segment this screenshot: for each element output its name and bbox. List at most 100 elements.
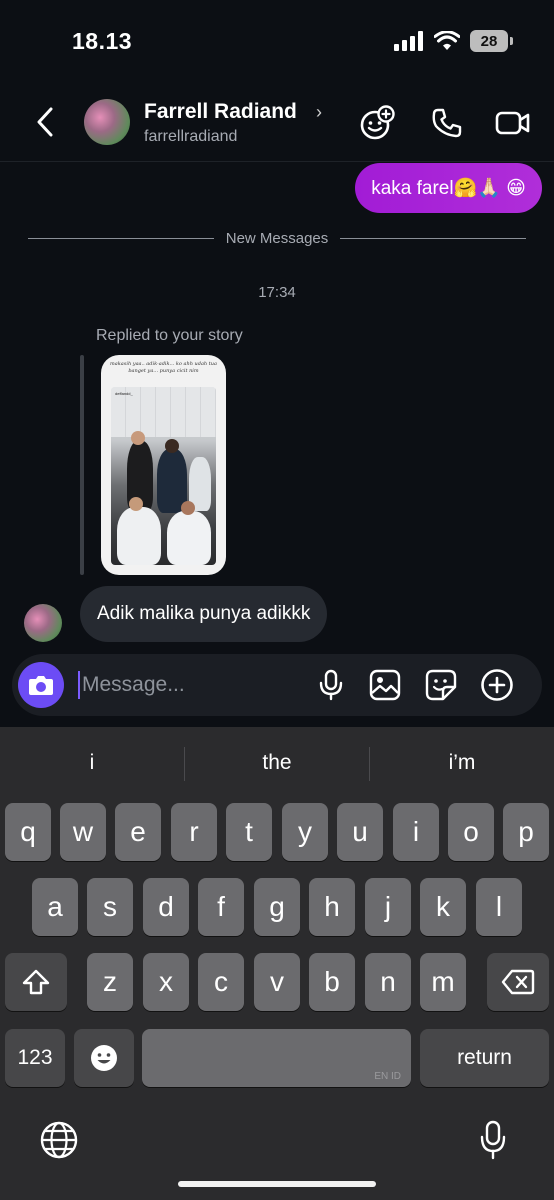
sender-avatar[interactable] — [24, 604, 62, 642]
back-chevron-icon — [37, 107, 53, 137]
space-key[interactable]: EN ID — [142, 1029, 411, 1087]
key-y[interactable]: y — [282, 803, 328, 861]
story-thumbnail[interactable]: makasih yaa.. adik-adik... ko ahh udah t… — [101, 355, 226, 575]
divider-line-right — [340, 237, 527, 239]
suggestion-1[interactable]: i — [0, 745, 184, 781]
text-caret — [78, 671, 80, 699]
battery-level: 28 — [480, 32, 498, 50]
more-options-button[interactable] — [480, 668, 514, 702]
status-bar: 18.13 28 — [0, 0, 554, 84]
key-f[interactable]: f — [198, 878, 244, 936]
add-circle-icon — [481, 669, 513, 701]
story-person — [117, 507, 161, 565]
shift-icon — [22, 969, 50, 995]
globe-icon — [40, 1121, 78, 1159]
key-p[interactable]: p — [503, 803, 549, 861]
delete-icon — [501, 969, 535, 995]
key-d[interactable]: d — [143, 878, 189, 936]
sticker-icon — [425, 669, 457, 701]
story-username: deffandd_ — [115, 391, 133, 396]
key-h[interactable]: h — [309, 878, 355, 936]
sticker-button[interactable] — [424, 668, 458, 702]
key-u[interactable]: u — [337, 803, 383, 861]
battery-icon: 28 — [470, 30, 513, 52]
message-input[interactable] — [82, 668, 292, 702]
key-b[interactable]: b — [309, 953, 355, 1011]
microphone-icon — [319, 669, 343, 701]
contact-chevron-icon[interactable]: › — [316, 102, 322, 123]
key-g[interactable]: g — [254, 878, 300, 936]
incoming-message[interactable]: Adik malika punya adikkk — [80, 586, 328, 642]
incoming-message-text: Adik malika punya adikkk — [97, 603, 311, 624]
story-photo — [111, 387, 216, 565]
back-button[interactable] — [28, 102, 62, 142]
suggestion-2[interactable]: the — [185, 745, 369, 781]
keyboard: i the i’m q w e r t y u i o p a s d f g … — [0, 727, 554, 1200]
status-icons: 28 — [394, 30, 513, 52]
divider-line-left — [28, 237, 214, 239]
status-time: 18.13 — [72, 28, 133, 54]
key-j[interactable]: j — [365, 878, 411, 936]
story-caption: makasih yaa.. adik-adik... ko ahh udah t… — [110, 361, 217, 374]
key-i[interactable]: i — [393, 803, 439, 861]
numbers-key[interactable]: 123 — [5, 1029, 65, 1087]
video-call-button[interactable] — [494, 104, 532, 142]
reply-indicator-bar — [80, 355, 84, 575]
message-timestamp: 17:34 — [258, 284, 296, 301]
wifi-icon — [434, 31, 460, 50]
key-c[interactable]: c — [198, 953, 244, 1011]
call-button[interactable] — [428, 104, 466, 142]
key-a[interactable]: a — [32, 878, 78, 936]
story-person-head — [181, 501, 195, 515]
contact-name[interactable]: Farrell Radiand — [144, 100, 297, 124]
key-l[interactable]: l — [476, 878, 522, 936]
dictation-key[interactable] — [472, 1119, 514, 1161]
space-language-hint: EN ID — [374, 1071, 401, 1082]
key-n[interactable]: n — [365, 953, 411, 1011]
effects-add-icon — [360, 105, 395, 140]
effects-button[interactable] — [358, 104, 396, 142]
key-e[interactable]: e — [115, 803, 161, 861]
key-m[interactable]: m — [420, 953, 466, 1011]
emoji-icon — [91, 1045, 117, 1071]
key-q[interactable]: q — [5, 803, 51, 861]
outgoing-message-text: kaka farel🤗🙏🏻 😁 — [371, 178, 526, 199]
key-w[interactable]: w — [60, 803, 106, 861]
key-r[interactable]: r — [171, 803, 217, 861]
key-x[interactable]: x — [143, 953, 189, 1011]
key-s[interactable]: s — [87, 878, 133, 936]
gallery-button[interactable] — [368, 668, 402, 702]
outgoing-message[interactable]: kaka farel🤗🙏🏻 😁 — [355, 163, 542, 213]
contact-avatar[interactable] — [84, 99, 130, 145]
story-reply-label: Replied to your story — [96, 327, 243, 344]
globe-key[interactable] — [38, 1119, 80, 1161]
gallery-icon — [369, 669, 401, 701]
chat-header: Farrell Radiand › farrellradiand — [0, 84, 554, 162]
new-messages-divider: New Messages — [28, 228, 527, 248]
key-k[interactable]: k — [420, 878, 466, 936]
camera-icon — [29, 676, 53, 695]
story-person-head — [165, 439, 179, 453]
message-composer — [12, 654, 542, 716]
camera-button[interactable] — [18, 662, 64, 708]
voice-message-button[interactable] — [314, 668, 348, 702]
new-messages-label: New Messages — [225, 229, 329, 247]
phone-icon — [432, 108, 462, 138]
story-person — [167, 511, 211, 565]
dictation-mic-icon — [480, 1120, 506, 1160]
story-person-head — [129, 497, 143, 511]
home-indicator[interactable] — [178, 1181, 376, 1187]
shift-key[interactable] — [5, 953, 67, 1011]
key-z[interactable]: z — [87, 953, 133, 1011]
key-v[interactable]: v — [254, 953, 300, 1011]
contact-handle[interactable]: farrellradiand — [144, 128, 237, 146]
signal-icon — [394, 31, 423, 51]
story-person-head — [131, 431, 145, 445]
return-key[interactable]: return — [420, 1029, 549, 1087]
key-t[interactable]: t — [226, 803, 272, 861]
delete-key[interactable] — [487, 953, 549, 1011]
video-camera-icon — [495, 111, 530, 135]
emoji-key[interactable] — [74, 1029, 134, 1087]
suggestion-3[interactable]: i’m — [370, 745, 554, 781]
key-o[interactable]: o — [448, 803, 494, 861]
